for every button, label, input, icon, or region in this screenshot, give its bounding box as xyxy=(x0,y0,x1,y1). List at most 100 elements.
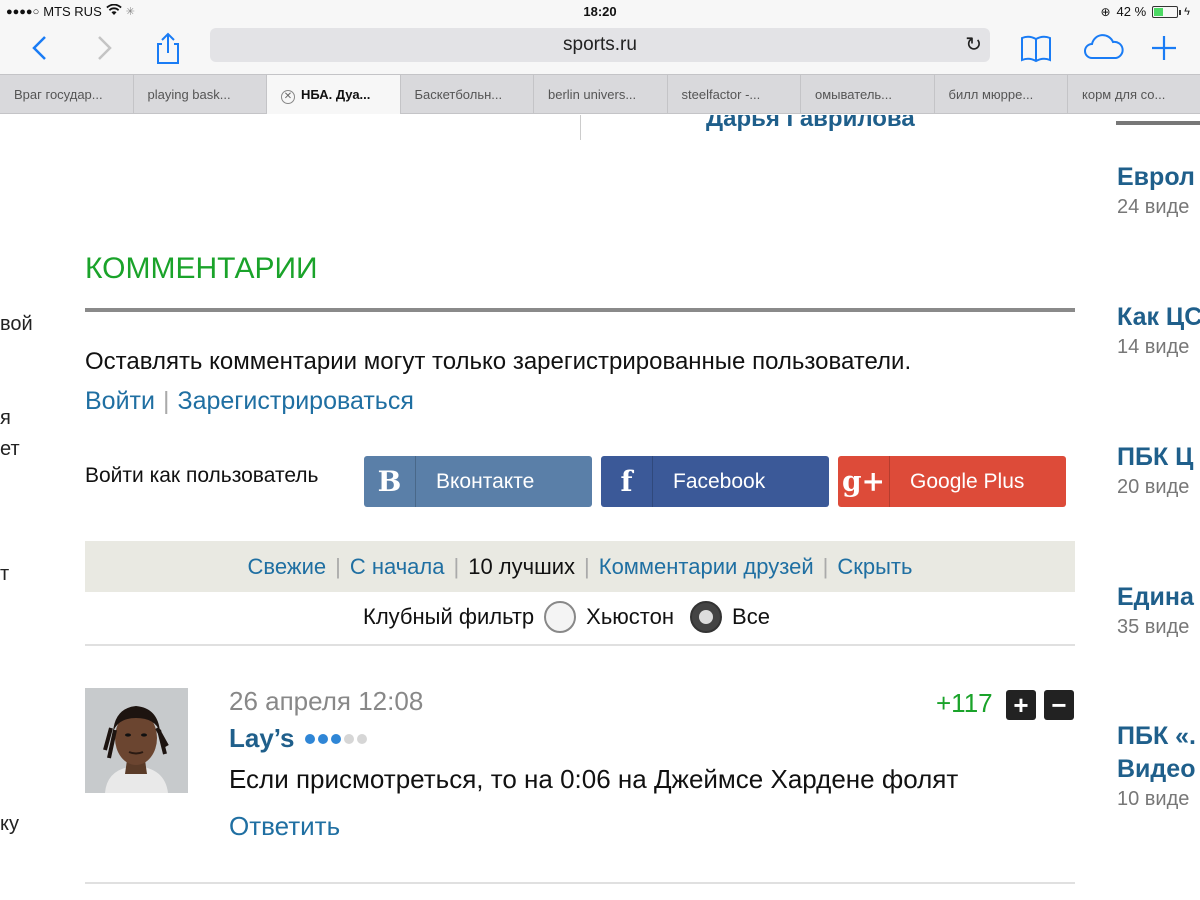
sidebar-video-item[interactable]: Едина 35 виде xyxy=(1117,583,1194,639)
vote-down-button[interactable]: − xyxy=(1044,690,1074,720)
bookmarks-button[interactable] xyxy=(1018,30,1054,66)
sort-from-start-link[interactable]: С начала xyxy=(350,554,445,579)
separator: | xyxy=(335,554,341,579)
left-column-text: вой xyxy=(0,313,33,335)
sidebar-video-item[interactable]: Как ЦС 14 виде xyxy=(1117,303,1200,359)
tab[interactable]: Враг государ... xyxy=(0,75,134,114)
rating-dot xyxy=(317,733,328,744)
tab-label: омыватель... xyxy=(815,87,893,102)
friends-comments-link[interactable]: Комментарии друзей xyxy=(599,554,814,579)
sidebar-video-title[interactable]: ПБК «. xyxy=(1117,722,1196,751)
radio-all-label[interactable]: Все xyxy=(732,604,770,630)
left-column-text: я xyxy=(0,407,11,429)
browser-toolbar: sports.ru ↻ xyxy=(0,24,1200,74)
icloud-tabs-button[interactable] xyxy=(1082,30,1126,66)
tab-label: Баскетбольн... xyxy=(414,87,503,102)
tab-label: НБА. Дуа... xyxy=(301,87,371,102)
tab-active[interactable]: ✕ НБА. Дуа... xyxy=(267,75,401,114)
facebook-label: Facebook xyxy=(673,469,766,493)
vote-up-button[interactable]: + xyxy=(1006,690,1036,720)
google-plus-login-button[interactable]: g+ Google Plus xyxy=(838,456,1066,507)
status-bar: ●●●●○ MTS RUS ✳ 18:20 ⊕ 42 % ϟ xyxy=(0,0,1200,24)
plus-icon xyxy=(1152,36,1176,60)
sidebar-video-count: 14 виде xyxy=(1117,336,1190,358)
plus-icon: + xyxy=(1013,690,1029,720)
radio-houston[interactable] xyxy=(544,601,577,633)
comments-sort-bar: Свежие | С начала | 10 лучших | Комментарии др… xyxy=(85,541,1075,592)
article-author-link[interactable]: Дарья Гаврилова xyxy=(706,115,915,133)
share-icon xyxy=(157,32,179,64)
sidebar-rule xyxy=(1116,121,1200,125)
tab-label: корм для со... xyxy=(1082,87,1166,102)
tab[interactable]: билл мюрре... xyxy=(935,75,1068,114)
sidebar-video-count: 24 виде xyxy=(1117,196,1190,218)
vkontakte-label: Вконтакте xyxy=(436,469,535,493)
separator: | xyxy=(822,554,829,579)
sidebar-video-title[interactable]: Как ЦС xyxy=(1117,303,1200,332)
avatar[interactable] xyxy=(85,688,188,793)
forward-button[interactable] xyxy=(86,30,122,66)
tab[interactable]: омыватель... xyxy=(801,75,935,114)
google-plus-icon: g+ xyxy=(838,456,890,507)
comment-date: 26 апреля 12:08 xyxy=(229,686,424,716)
social-login-label: Войти как пользователь xyxy=(85,464,319,487)
sidebar-video-count: 10 виде xyxy=(1117,788,1190,810)
login-link[interactable]: Войти xyxy=(85,387,155,415)
comment-score: +117 xyxy=(936,688,993,718)
tab[interactable]: playing bask... xyxy=(134,75,267,114)
left-column-text: ку xyxy=(0,813,19,835)
sort-fresh-link[interactable]: Свежие xyxy=(248,554,327,579)
comment-author-link[interactable]: Lay’s xyxy=(229,723,295,754)
divider xyxy=(580,115,581,140)
vkontakte-login-button[interactable]: В Вконтакте xyxy=(364,456,592,507)
hide-comments-link[interactable]: Скрыть xyxy=(837,554,912,579)
tab[interactable]: Баскетбольн... xyxy=(401,75,534,114)
sort-best-current: 10 лучших xyxy=(468,554,576,579)
facebook-login-button[interactable]: f Facebook xyxy=(601,456,829,507)
tab[interactable]: berlin univers... xyxy=(534,75,668,114)
close-tab-icon[interactable]: ✕ xyxy=(281,90,295,104)
auth-links: Войти | Зарегистрироваться xyxy=(85,387,414,416)
divider xyxy=(85,644,1075,646)
rating-dot xyxy=(304,733,315,744)
sidebar-video-title[interactable]: Видео xyxy=(1117,755,1196,784)
separator: | xyxy=(584,554,590,579)
comment-text: Если присмотреться, то на 0:06 на Джеймс… xyxy=(229,764,959,794)
radio-all[interactable] xyxy=(690,601,723,633)
battery-fill xyxy=(1154,7,1164,16)
share-button[interactable] xyxy=(150,30,186,66)
tab-bar: Враг государ... playing bask... ✕ НБА. Ду… xyxy=(0,74,1200,114)
book-icon xyxy=(1021,35,1051,63)
back-button[interactable] xyxy=(22,30,58,66)
sidebar-video-title[interactable]: Еврол xyxy=(1117,163,1195,192)
radio-houston-label[interactable]: Хьюстон xyxy=(586,604,674,630)
tab-label: steelfactor -... xyxy=(681,87,761,102)
reply-link-wrap: Ответить xyxy=(229,811,340,842)
heading-rule xyxy=(85,308,1075,312)
web-page: Дарья Гаврилова вой я ет т ку Еврол 24 в… xyxy=(0,115,1200,900)
cloud-icon xyxy=(1084,34,1124,59)
left-column-text: ет xyxy=(0,438,20,460)
address-bar[interactable]: sports.ru ↻ xyxy=(210,28,990,62)
vk-icon: В xyxy=(364,456,416,507)
register-link[interactable]: Зарегистрироваться xyxy=(177,387,413,415)
google-plus-label: Google Plus xyxy=(910,469,1025,493)
new-tab-button[interactable] xyxy=(1146,30,1182,66)
tab-label: билл мюрре... xyxy=(948,87,1034,102)
sidebar-video-item[interactable]: Еврол 24 виде xyxy=(1117,163,1195,219)
left-column-text: т xyxy=(0,563,10,585)
tab[interactable]: корм для со... xyxy=(1068,75,1200,114)
orientation-lock-icon: ⊕ xyxy=(1100,4,1111,19)
tab[interactable]: steelfactor -... xyxy=(668,75,801,114)
reply-link[interactable]: Ответить xyxy=(229,811,340,841)
rating-dot xyxy=(343,733,354,744)
club-filter: Клубный фильтр Хьюстон Все xyxy=(363,601,770,633)
reload-icon[interactable]: ↻ xyxy=(965,28,982,62)
club-filter-label: Клубный фильтр xyxy=(363,604,535,629)
sidebar-video-title[interactable]: ПБК Ц xyxy=(1117,443,1193,472)
rating-dot xyxy=(330,733,341,744)
sidebar-video-title[interactable]: Едина xyxy=(1117,583,1194,612)
sidebar-video-count: 20 виде xyxy=(1117,476,1190,498)
sidebar-video-item[interactable]: ПБК «. Видео 10 виде xyxy=(1117,722,1196,811)
sidebar-video-item[interactable]: ПБК Ц 20 виде xyxy=(1117,443,1193,499)
